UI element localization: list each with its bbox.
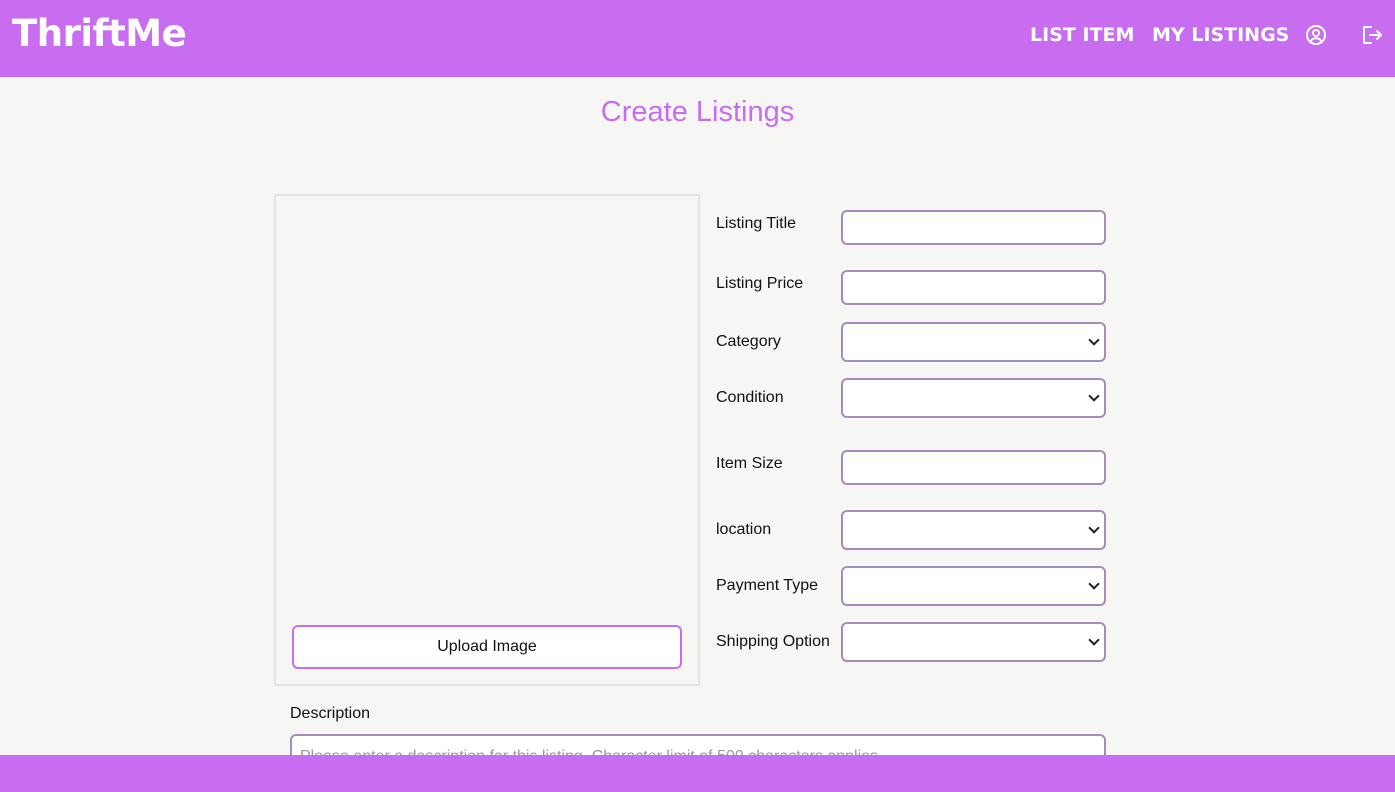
nav-my-listings-link[interactable]: MY LISTINGS [1152, 24, 1289, 46]
chevron-down-icon [1088, 522, 1100, 534]
location-select[interactable] [841, 510, 1106, 550]
item-size-input[interactable] [841, 450, 1106, 485]
category-select[interactable] [841, 322, 1106, 362]
listing-price-input[interactable] [841, 270, 1106, 305]
logout-icon[interactable] [1360, 23, 1384, 47]
description-label: Description [290, 705, 371, 722]
logo[interactable]: ThriftMe [12, 12, 187, 55]
condition-label: Condition [716, 389, 784, 406]
payment-type-select[interactable] [841, 566, 1106, 606]
upload-image-button[interactable]: Upload Image [292, 625, 682, 669]
shipping-option-select[interactable] [841, 622, 1106, 662]
top-navbar: ThriftMe LIST ITEM MY LISTINGS [0, 0, 1395, 77]
footer-bar [0, 755, 1395, 792]
listing-title-input[interactable] [841, 210, 1106, 245]
chevron-down-icon [1088, 334, 1100, 346]
item-size-label: Item Size [716, 455, 783, 472]
category-label: Category [716, 333, 781, 350]
nav-list-item-link[interactable]: LIST ITEM [1030, 24, 1134, 46]
image-preview-panel: Upload Image [274, 194, 700, 686]
chevron-down-icon [1088, 390, 1100, 402]
chevron-down-icon [1088, 578, 1100, 590]
listing-price-label: Listing Price [716, 275, 804, 292]
page-title: Create Listings [600, 96, 795, 128]
user-circle-icon[interactable] [1304, 23, 1328, 47]
condition-select[interactable] [841, 378, 1106, 418]
payment-type-label: Payment Type [716, 577, 818, 594]
listing-title-label: Listing Title [716, 215, 797, 232]
chevron-down-icon [1088, 634, 1100, 646]
shipping-option-label: Shipping Option [716, 633, 830, 650]
location-label: location [716, 521, 772, 538]
